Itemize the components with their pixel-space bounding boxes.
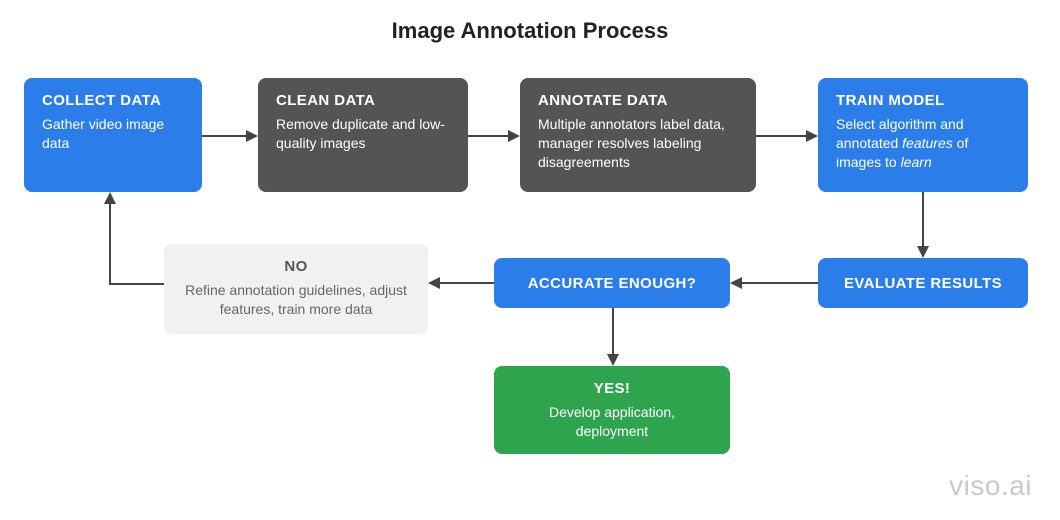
diagram-title: Image Annotation Process	[0, 18, 1060, 44]
arrow-collect-to-clean	[202, 128, 258, 148]
arrow-accurate-to-no	[428, 275, 494, 295]
node-body: Select algorithm and annotated features …	[836, 115, 1010, 172]
node-accurate-enough: ACCURATE ENOUGH?	[494, 258, 730, 308]
arrow-accurate-to-yes	[604, 308, 624, 366]
arrow-evaluate-to-accurate	[730, 275, 818, 295]
node-body: Develop application, deployment	[512, 403, 712, 441]
diagram-canvas: Image Annotation Process COLLECT DATA Ga…	[0, 0, 1060, 520]
node-body: Multiple annotators label data, manager …	[538, 115, 738, 172]
node-body: Remove duplicate and low-quality images	[276, 115, 450, 153]
watermark: viso.ai	[949, 470, 1032, 502]
arrow-train-to-evaluate	[914, 192, 934, 258]
arrow-annotate-to-train	[756, 128, 818, 148]
arrow-clean-to-annotate	[468, 128, 520, 148]
node-no: NO Refine annotation guidelines, adjust …	[164, 244, 428, 334]
node-yes: YES! Develop application, deployment	[494, 366, 730, 454]
node-header: NO	[182, 258, 410, 275]
node-header: CLEAN DATA	[276, 92, 450, 109]
node-header: TRAIN MODEL	[836, 92, 1010, 109]
node-header: ANNOTATE DATA	[538, 92, 738, 109]
node-annotate-data: ANNOTATE DATA Multiple annotators label …	[520, 78, 756, 192]
node-collect-data: COLLECT DATA Gather video image data	[24, 78, 202, 192]
node-body: Refine annotation guidelines, adjust fea…	[182, 281, 410, 319]
node-header: YES!	[512, 380, 712, 397]
node-train-model: TRAIN MODEL Select algorithm and annotat…	[818, 78, 1028, 192]
arrow-no-to-collect	[98, 192, 168, 292]
node-clean-data: CLEAN DATA Remove duplicate and low-qual…	[258, 78, 468, 192]
node-header: ACCURATE ENOUGH?	[528, 275, 697, 292]
node-evaluate-results: EVALUATE RESULTS	[818, 258, 1028, 308]
node-header: EVALUATE RESULTS	[844, 275, 1002, 292]
node-body: Gather video image data	[42, 115, 184, 153]
node-header: COLLECT DATA	[42, 92, 184, 109]
